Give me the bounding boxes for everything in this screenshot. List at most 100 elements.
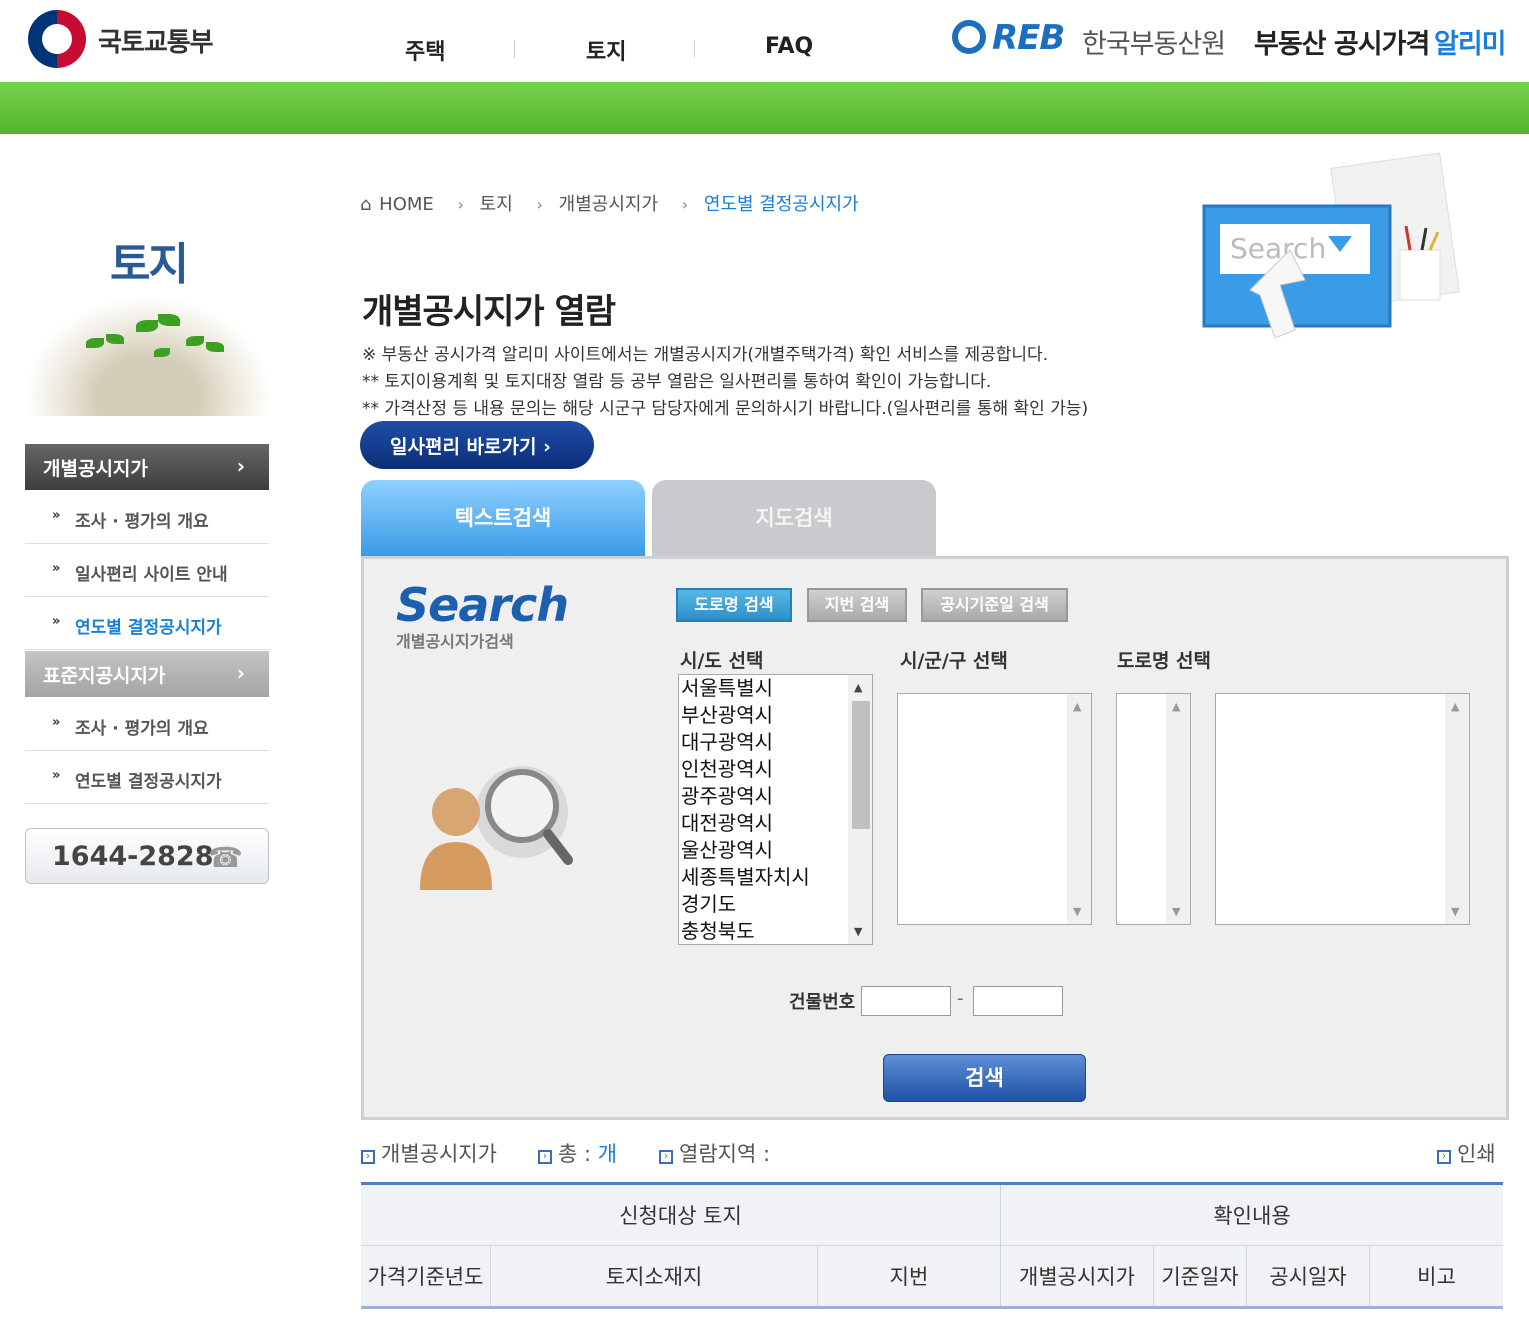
sidebar-item-ilsapyeonri-guide[interactable]: » 일사편리 사이트 안내 xyxy=(25,545,269,597)
bullet-icon: » xyxy=(52,561,61,576)
bullet-icon: » xyxy=(52,508,61,523)
telephone-icon: ☎ xyxy=(208,841,243,874)
date-search-button[interactable]: 공시기준일 검색 xyxy=(921,588,1068,622)
ilsapyeonri-shortcut-button[interactable]: 일사편리 바로가기 › xyxy=(360,421,594,469)
tab-map-search[interactable]: 지도검색 xyxy=(652,480,936,556)
road-initial-listbox[interactable]: ▲ ▼ xyxy=(1116,693,1191,925)
breadcrumb: ⌂ HOME › 토지 › 개별공시지가 › 연도별 결정공시지가 xyxy=(360,190,867,216)
green-banner xyxy=(0,82,1529,134)
arrow-box-icon: › xyxy=(361,1150,375,1164)
reb-logo-icon xyxy=(952,20,986,54)
building-number-dash: - xyxy=(957,988,964,1009)
search-subtitle: 개별공시지가검색 xyxy=(396,632,514,651)
nav-faq[interactable]: FAQ xyxy=(765,34,813,59)
sidebar-item-overview[interactable]: » 조사 · 평가의 개요 xyxy=(25,699,269,751)
breadcrumb-land[interactable]: 토지 xyxy=(480,194,513,215)
reb-logo-text: REB xyxy=(992,18,1065,58)
sido-option[interactable]: 경기도 xyxy=(679,891,872,918)
scrollbar[interactable]: ▲ ▼ xyxy=(1166,694,1190,924)
page-title: 개별공시지가 열람 xyxy=(362,292,616,332)
sido-option[interactable]: 세종특별자치시 xyxy=(679,864,872,891)
sido-option[interactable]: 대전광역시 xyxy=(679,810,872,837)
print-label: 인쇄 xyxy=(1457,1142,1496,1166)
scrollbar[interactable]: ▲ ▼ xyxy=(848,675,872,944)
header: 국토교통부 주택 토지 FAQ REB 한국부동산원 부동산 공시가격 알리미 xyxy=(0,0,1529,82)
arrow-box-icon: › xyxy=(538,1150,552,1164)
group-header-target-land: 신청대상 토지 xyxy=(361,1183,1001,1246)
ministry-logo-icon[interactable] xyxy=(28,10,86,68)
scroll-down-icon[interactable]: ▼ xyxy=(1073,905,1081,918)
road-search-button[interactable]: 도로명 검색 xyxy=(676,588,792,622)
sido-listbox[interactable]: 서울특별시 부산광역시 대구광역시 인천광역시 광주광역시 대전광역시 울산광역… xyxy=(678,674,873,945)
sidebar-item-overview[interactable]: » 조사 · 평가의 개요 xyxy=(25,492,269,544)
sido-option[interactable]: 인천광역시 xyxy=(679,756,872,783)
scroll-down-icon[interactable]: ▼ xyxy=(1172,905,1180,918)
sidebar-item-label: 조사 · 평가의 개요 xyxy=(75,719,209,739)
person-magnifier-illustration xyxy=(420,766,573,890)
info-kind: › 개별공시지가 xyxy=(361,1138,497,1168)
bullet-icon: » xyxy=(52,715,61,730)
sidebar-section-label: 표준지공시지가 xyxy=(43,665,166,687)
scroll-up-icon[interactable]: ▲ xyxy=(1451,700,1459,713)
nav-land[interactable]: 토지 xyxy=(586,34,626,66)
group-header-confirmation: 확인내용 xyxy=(1000,1183,1503,1246)
chevron-right-icon: › xyxy=(236,661,245,685)
notice-text: ※ 부동산 공시가격 알리미 사이트에서는 개별공시지가(개별주택가격) 확인 … xyxy=(362,345,1049,365)
reb-org-name: 한국부동산원 xyxy=(1082,29,1226,60)
sigungu-label: 시/군/구 선택 xyxy=(900,650,1008,672)
road-label: 도로명 선택 xyxy=(1117,650,1212,672)
sidebar-section-individual-price[interactable]: 개별공시지가 › xyxy=(25,444,269,490)
sigungu-listbox[interactable]: ▲ ▼ xyxy=(897,693,1092,925)
building-sub-number-input[interactable] xyxy=(973,986,1063,1016)
phone-box: 1644-2828 ☎ xyxy=(25,828,269,884)
search-button[interactable]: 검색 xyxy=(883,1054,1086,1102)
column-header: 공시일자 xyxy=(1246,1245,1370,1308)
nav-housing[interactable]: 주택 xyxy=(405,34,445,66)
tab-text-search[interactable]: 텍스트검색 xyxy=(361,480,645,556)
scrollbar[interactable]: ▲ ▼ xyxy=(1067,694,1091,924)
search-illustration: Search xyxy=(1202,152,1460,339)
info-total-label: 총 : xyxy=(558,1142,592,1166)
service-name-accent[interactable]: 알리미 xyxy=(1434,22,1507,61)
service-name[interactable]: 부동산 공시가격 xyxy=(1254,22,1430,61)
scrollbar-thumb[interactable] xyxy=(852,701,870,829)
sidebar-section-standard-price[interactable]: 표준지공시지가 › xyxy=(25,651,269,697)
scrollbar[interactable]: ▲ ▼ xyxy=(1445,694,1469,924)
column-header: 비고 xyxy=(1369,1245,1503,1308)
sidebar-item-yearly-price[interactable]: » 연도별 결정공시지가 xyxy=(25,752,269,804)
ministry-name[interactable]: 국토교통부 xyxy=(98,22,214,59)
result-table: 신청대상 토지 확인내용 가격기준년도 토지소재지 지번 개별공시지가 기준일자… xyxy=(361,1182,1503,1309)
road-name-listbox[interactable]: ▲ ▼ xyxy=(1215,693,1470,925)
column-header: 가격기준년도 xyxy=(361,1245,491,1308)
table-header-row: 가격기준년도 토지소재지 지번 개별공시지가 기준일자 공시일자 비고 xyxy=(361,1245,1503,1308)
sido-option[interactable]: 광주광역시 xyxy=(679,783,872,810)
breadcrumb-current[interactable]: 연도별 결정공시지가 xyxy=(704,194,859,215)
sido-option[interactable]: 대구광역시 xyxy=(679,729,872,756)
sido-option[interactable]: 충청북도 xyxy=(679,918,872,944)
building-main-number-input[interactable] xyxy=(861,986,951,1016)
sido-option[interactable]: 울산광역시 xyxy=(679,837,872,864)
breadcrumb-home[interactable]: HOME xyxy=(379,194,434,215)
breadcrumb-individual-price[interactable]: 개별공시지가 xyxy=(559,194,658,215)
info-total: › 총 : 개 xyxy=(538,1138,617,1168)
scroll-up-icon[interactable]: ▲ xyxy=(854,681,862,694)
bullet-icon: » xyxy=(52,614,61,629)
print-link[interactable]: › 인쇄 xyxy=(1437,1138,1496,1168)
scroll-down-icon[interactable]: ▼ xyxy=(854,925,862,938)
sidebar-section-label: 개별공시지가 xyxy=(43,458,148,480)
sidebar-item-label: 조사 · 평가의 개요 xyxy=(75,512,209,532)
sidebar-item-label: 연도별 결정공시지가 xyxy=(75,772,222,792)
jibun-search-button[interactable]: 지번 검색 xyxy=(807,588,907,622)
sidebar-item-yearly-price[interactable]: » 연도별 결정공시지가 xyxy=(25,598,269,650)
home-icon: ⌂ xyxy=(360,194,372,215)
column-header: 지번 xyxy=(817,1245,1001,1308)
chevron-right-icon: › xyxy=(457,195,464,214)
scroll-down-icon[interactable]: ▼ xyxy=(1451,905,1459,918)
sido-option[interactable]: 부산광역시 xyxy=(679,702,872,729)
column-header: 개별공시지가 xyxy=(1000,1245,1154,1308)
notice-text: ** 토지이용계획 및 토지대장 열람 등 공부 열람은 일사편리를 통하여 확… xyxy=(362,372,992,392)
scroll-up-icon[interactable]: ▲ xyxy=(1073,700,1081,713)
sido-label: 시/도 선택 xyxy=(680,650,764,672)
scroll-up-icon[interactable]: ▲ xyxy=(1172,700,1180,713)
sido-option[interactable]: 서울특별시 xyxy=(679,675,872,702)
